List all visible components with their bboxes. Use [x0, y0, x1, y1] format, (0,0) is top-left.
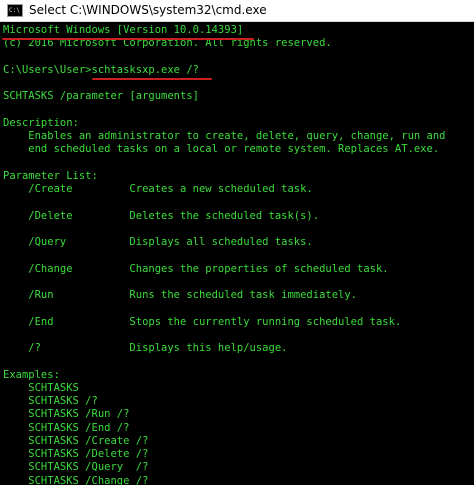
- console-line: /End Stops the currently running schedul…: [3, 315, 402, 328]
- console-line: Parameter List:: [3, 169, 98, 182]
- console-line: Description:: [3, 116, 79, 129]
- annotation-underline-version: [2, 38, 254, 40]
- console-line: /Run Runs the scheduled task immediately…: [3, 289, 358, 301]
- console-line: Examples:: [3, 368, 60, 381]
- console-line: SCHTASKS /Delete /?: [3, 448, 149, 460]
- console-output[interactable]: SCHTASKS /Change /? SCHTASKS /Query /? S…: [0, 22, 474, 485]
- console-line: SCHTASKS /Change /?: [3, 474, 149, 485]
- console-line: SCHTASKS /?: [3, 395, 98, 407]
- title-bar[interactable]: C:\ Select C:\WINDOWS\system32\cmd.exe: [0, 0, 474, 22]
- console-line: SCHTASKS /Query /?: [3, 461, 149, 474]
- console-line: SCHTASKS /End /?: [3, 421, 130, 434]
- console-line: /? Displays this help/usage.: [3, 342, 288, 354]
- console-line: SCHTASKS /parameter [arguments]: [3, 90, 199, 103]
- annotation-underline-command: [92, 78, 212, 80]
- cmd-icon: C:\: [7, 4, 23, 17]
- console-line: /Change Changes the properties of schedu…: [3, 262, 389, 275]
- console-line: end scheduled tasks on a local or remote…: [3, 143, 440, 156]
- console-line: /Delete Deletes the scheduled task(s).: [3, 209, 320, 222]
- console-line: /Create Creates a new scheduled task.: [3, 183, 313, 195]
- window-title: Select C:\WINDOWS\system32\cmd.exe: [29, 3, 267, 17]
- console-line: SCHTASKS /Create /?: [3, 434, 149, 447]
- console-line: Microsoft Windows [Version 10.0.14393]: [3, 24, 244, 36]
- console-line: SCHTASKS: [3, 381, 79, 394]
- console-line: /Query Displays all scheduled tasks.: [3, 236, 313, 248]
- console-line: Enables an administrator to create, dele…: [3, 130, 446, 142]
- console-line: C:\Users\User>schtasksxp.exe /?: [3, 63, 199, 76]
- console-line: SCHTASKS /Run /?: [3, 408, 130, 421]
